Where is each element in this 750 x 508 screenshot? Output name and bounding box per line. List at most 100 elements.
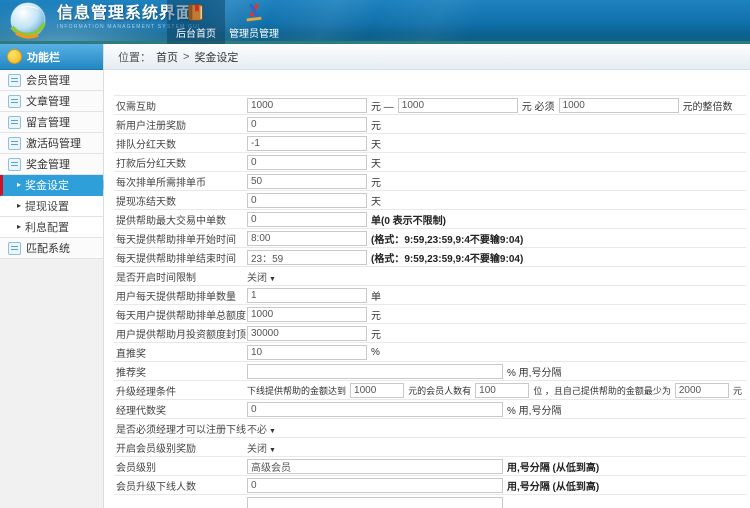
activation-code-icon	[8, 136, 21, 150]
form-row: 是否开启时间限制 关闭 ▼	[114, 267, 746, 286]
submenu-bullet-icon: ▸	[17, 201, 22, 210]
form-row-label: 是否开启时间限制	[116, 272, 196, 284]
form-row-fields: (格式：9:59,23:59,9:4不要输9:04)	[247, 249, 746, 265]
form-input[interactable]	[247, 325, 367, 341]
sidebar-item-interest-config[interactable]: ▸ 利息配置	[0, 217, 103, 238]
sidebar-item-label: 奖金管理	[26, 159, 70, 171]
form-input[interactable]	[350, 382, 405, 398]
form-input[interactable]	[247, 496, 503, 508]
breadcrumb: 位置： 首页 > 奖金设定	[104, 44, 750, 70]
sidebar-header-label: 功能栏	[27, 51, 60, 64]
form-input[interactable]	[247, 363, 503, 379]
field-unit: 元	[371, 329, 381, 341]
sidebar-item-activation-code-management[interactable]: 激活码管理	[0, 133, 103, 154]
sidebar-item-member-management[interactable]: 会员管理	[0, 70, 103, 91]
nav-tab-label: 管理员管理	[229, 29, 279, 40]
form-row-label: 每天用户提供帮助排单总额度	[116, 310, 246, 322]
form-input[interactable]	[475, 382, 530, 398]
form-input[interactable]	[247, 135, 367, 151]
sidebar-item-message-management[interactable]: 留言管理	[0, 112, 103, 133]
form-select[interactable]: 关闭 ▼	[247, 269, 276, 284]
form-row-label: 仅需互助	[116, 101, 156, 113]
form-row: 用户每天提供帮助排单数量 单	[114, 286, 746, 305]
form-input[interactable]	[247, 97, 367, 113]
member-management-icon	[8, 73, 21, 87]
form-row-label: 每次排单所需排单币	[116, 177, 206, 189]
field-hint: 用,号分隔 (从低到高)	[507, 462, 600, 474]
form-select[interactable]: 不必 ▼	[247, 421, 276, 436]
form-row-label: 提供帮助最大交易中单数	[116, 215, 226, 227]
breadcrumb-current: 奖金设定	[194, 51, 239, 64]
form-row-label: 升级经理条件	[116, 386, 176, 398]
submenu-bullet-icon: ▸	[17, 180, 22, 189]
sidebar-item-matching-system[interactable]: 匹配系统	[0, 238, 103, 259]
form-input[interactable]	[247, 211, 367, 227]
sidebar-item-label: 匹配系统	[26, 243, 70, 255]
form-row: 提现冻结天数 天	[114, 191, 746, 210]
form-input[interactable]	[558, 97, 679, 113]
sidebar-item-label: 会员管理	[26, 75, 70, 87]
field-unit: 单	[371, 291, 381, 303]
nav-tab-label: 后台首页	[176, 29, 216, 40]
form-row-label: 直推奖	[116, 348, 146, 360]
form-input[interactable]	[247, 401, 503, 417]
form-row: 打款后分红天数 天	[114, 153, 746, 172]
sidebar-item-article-management[interactable]: 文章管理	[0, 91, 103, 112]
form-row: 开启会员级别奖励 关闭 ▼	[114, 438, 746, 457]
form-input[interactable]	[247, 116, 367, 132]
book-icon	[186, 2, 206, 23]
form-input[interactable]	[247, 287, 367, 303]
form-row: 每次排单所需排单币 元	[114, 172, 746, 191]
form-input[interactable]	[247, 477, 503, 493]
form-row: 升级经理条件 下线提供帮助的金额达到 元的会员人数有 位 ，且自己提供帮助的金额最少为…	[114, 381, 746, 400]
field-unit: 元	[371, 310, 381, 322]
field-unit: %	[371, 346, 380, 358]
form-input[interactable]	[247, 306, 367, 322]
article-management-icon	[8, 94, 21, 108]
sidebar-item-withdraw-settings[interactable]: ▸ 提现设置	[0, 196, 103, 217]
form-input[interactable]	[247, 249, 367, 265]
form-input[interactable]	[247, 230, 367, 246]
message-management-icon	[8, 115, 21, 129]
sidebar-item-bonus-settings[interactable]: ▸ 奖金设定	[0, 175, 109, 196]
form-row-fields: 元	[247, 306, 746, 322]
form-row: 会员升级下线人数 用,号分隔 (从低到高)	[114, 476, 746, 495]
form-row-label: 用户每天提供帮助排单数量	[116, 291, 236, 303]
form-row-label: 是否必须经理才可以注册下线	[116, 424, 246, 436]
globe-logo-icon	[7, 0, 51, 44]
form-row-fields: % 用,号分隔	[247, 363, 746, 379]
form-input[interactable]	[247, 192, 367, 208]
form-row-fields: 关闭 ▼	[247, 269, 746, 284]
sidebar-item-bonus-management[interactable]: 奖金管理	[0, 154, 103, 175]
sidebar: 功能栏 会员管理文章管理 留言管理激活码管理奖金管理 ▸ 奖金设定 ▸ 提现设置 ▸ 利息配置…	[0, 44, 109, 508]
form-row-fields: 天	[247, 154, 746, 170]
breadcrumb-home-link[interactable]: 首页	[156, 49, 178, 65]
form-row: 用户提供帮助月投资额度封顶 元	[114, 324, 746, 343]
form-row: 每天提供帮助排单开始时间 (格式：9:59,23:59,9:4不要输9:04)	[114, 229, 746, 248]
form-input[interactable]	[674, 382, 729, 398]
form-row-fields: 天	[247, 192, 746, 208]
form-row: 仅需互助 元 — 元 必须 元的整倍数	[114, 96, 746, 115]
form-row-label: 推荐奖	[116, 367, 146, 379]
form-select[interactable]: 关闭 ▼	[247, 440, 276, 455]
sidebar-item-label: 激活码管理	[26, 138, 81, 150]
nav-tab-1[interactable]: 管理员管理	[225, 0, 283, 44]
form-row-fields: 用,号分隔 (从低到高)	[247, 477, 746, 493]
nav-tab-0[interactable]: 后台首页	[167, 0, 225, 47]
form-row-label: 排队分红天数	[116, 139, 176, 151]
form-row: 推荐奖 % 用,号分隔	[114, 362, 746, 381]
form-input[interactable]	[247, 154, 367, 170]
form-row-fields: 用,号分隔 (从低到高)	[247, 458, 746, 474]
form-row-fields: 元	[247, 173, 746, 189]
form-input[interactable]	[247, 458, 503, 474]
form-input[interactable]	[397, 97, 518, 113]
field-unit: 元	[371, 177, 381, 189]
sidebar-menu: 会员管理文章管理 留言管理激活码管理奖金管理 ▸ 奖金设定 ▸ 提现设置 ▸ 利息配置匹配系统	[0, 70, 109, 259]
form-row-label: 新用户注册奖励	[116, 120, 186, 132]
app-header: 信息管理系统界面 INFORMATION MANAGEMENT SYSTEM G…	[0, 0, 750, 47]
form-input[interactable]	[247, 344, 367, 360]
field-unit: 元 —	[371, 101, 394, 113]
form-input[interactable]	[247, 173, 367, 189]
form-row-fields: (格式：9:59,23:59,9:4不要输9:04)	[247, 230, 746, 246]
sidebar-header: 功能栏	[0, 44, 103, 70]
